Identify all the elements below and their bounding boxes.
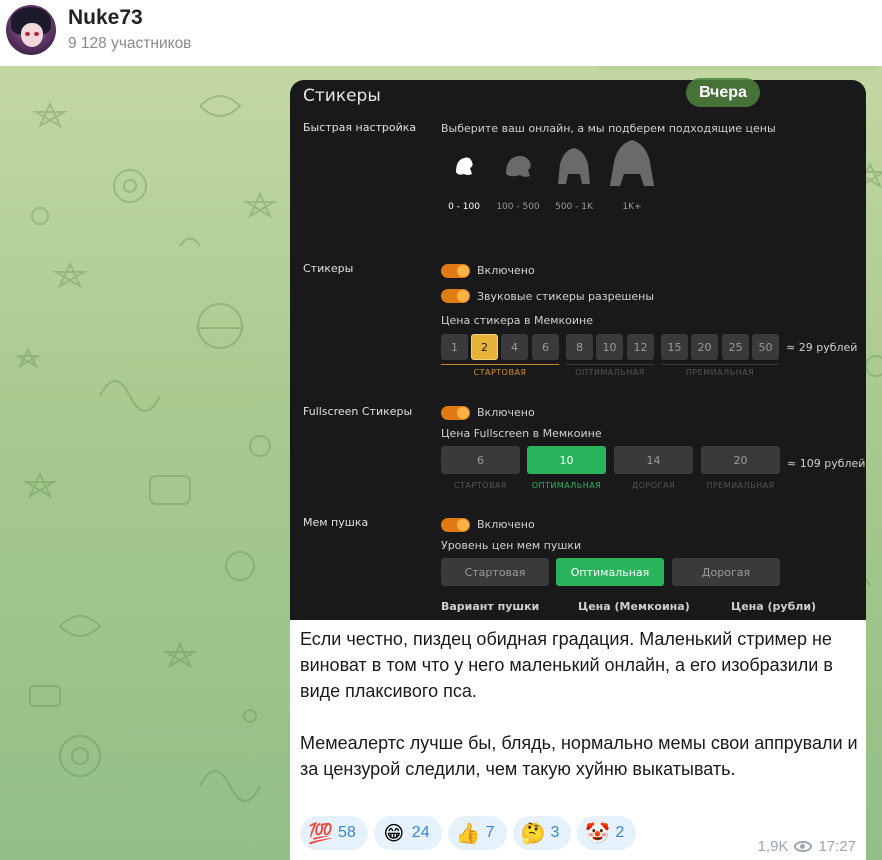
fullscreen-price-option[interactable]: 20 <box>701 446 780 474</box>
previous-message-edge <box>594 66 880 70</box>
strong-dog-icon <box>558 148 590 184</box>
small-dog-icon <box>456 157 473 175</box>
level-option[interactable]: Дорогая <box>672 558 780 586</box>
reaction-count: 3 <box>550 824 560 841</box>
group-underline <box>661 364 779 365</box>
grin-icon: 😁 <box>383 821 405 845</box>
message-paragraph: Мемеалертс лучше бы, блядь, нормально ме… <box>300 733 858 779</box>
group-label: ОПТИМАЛЬНАЯ <box>531 481 602 490</box>
quick-setup-label: Быстрая настройка <box>303 121 417 134</box>
reaction-thumbs-up[interactable]: 👍 7 <box>447 816 507 850</box>
group-label: СТАРТОВАЯ <box>454 481 507 490</box>
meme-cannon-label: Мем пушка <box>303 516 369 529</box>
fullscreen-label: Fullscreen Стикеры <box>303 405 413 418</box>
stickers-label: Стикеры <box>303 262 354 275</box>
level-option[interactable]: Стартовая <box>441 558 549 586</box>
reaction-hundred[interactable]: 💯 58 <box>300 816 368 850</box>
column-header: Цена (рубли) <box>731 600 817 613</box>
channel-avatar[interactable] <box>6 5 56 55</box>
tier-label: 0 - 100 <box>448 202 480 212</box>
group-underline <box>441 364 559 365</box>
stickers-toggle[interactable] <box>441 264 470 278</box>
fullscreen-price-option-selected[interactable]: 10 <box>527 446 606 474</box>
price-option[interactable]: 10 <box>596 334 623 360</box>
fullscreen-rub-equivalent: ≈ 109 рублей <box>787 457 866 470</box>
reaction-count: 24 <box>411 824 430 841</box>
medium-dog-icon <box>506 155 531 177</box>
message-text: Если честно, пиздец обидная градация. Ма… <box>300 626 860 782</box>
price-option[interactable]: 25 <box>722 334 749 360</box>
fullscreen-toggle[interactable] <box>441 406 470 420</box>
price-option[interactable]: 1 <box>441 334 468 360</box>
message-paragraph: Если честно, пиздец обидная градация. Ма… <box>300 629 833 701</box>
tier-1k-plus[interactable]: 1K+ <box>602 140 662 212</box>
channel-title[interactable]: Nuke73 <box>68 6 143 30</box>
tier-500-1k[interactable]: 500 - 1K <box>544 140 604 212</box>
chat-header: Nuke73 9 128 участников <box>0 0 882 66</box>
sound-stickers-toggle[interactable] <box>441 289 470 303</box>
meme-cannon-toggle[interactable] <box>441 518 470 532</box>
stickers-toggle-label: Включено <box>477 264 535 277</box>
eye-icon <box>794 841 813 852</box>
group-label: ДОРОГАЯ <box>631 481 676 490</box>
group-label: ОПТИМАЛЬНАЯ <box>575 368 645 377</box>
fullscreen-toggle-label: Включено <box>477 406 535 419</box>
muscle-dog-icon <box>610 140 654 186</box>
tier-label: 100 - 500 <box>496 202 540 212</box>
sticker-price-label: Цена стикера в Мемкоине <box>441 314 593 327</box>
fullscreen-price-label: Цена Fullscreen в Мемкоине <box>441 427 602 440</box>
tier-label: 500 - 1K <box>555 202 593 212</box>
price-option-selected[interactable]: 2 <box>471 334 498 360</box>
group-label: ПРЕМИАЛЬНАЯ <box>685 368 755 377</box>
meme-cannon-toggle-label: Включено <box>477 518 535 531</box>
member-count: 9 128 участников <box>68 35 192 52</box>
message-bubble[interactable]: Стикеры Быстрая настройка Выберите ваш о… <box>290 80 866 860</box>
attached-screenshot[interactable]: Стикеры Быстрая настройка Выберите ваш о… <box>290 80 866 620</box>
date-chip: Вчера <box>686 78 760 107</box>
column-header: Вариант пушки <box>441 600 540 613</box>
column-header: Цена (Мемкоина) <box>578 600 690 613</box>
hundred-icon: 💯 <box>308 821 333 845</box>
reaction-count: 58 <box>338 824 356 841</box>
view-count: 1,9K <box>757 838 789 855</box>
price-option[interactable]: 50 <box>752 334 779 360</box>
message-time: 17:27 <box>818 838 856 855</box>
reaction-clown[interactable]: 🤡 2 <box>577 816 637 850</box>
price-option[interactable]: 20 <box>691 334 718 360</box>
tier-100-500[interactable]: 100 - 500 <box>488 140 548 212</box>
group-label: СТАРТОВАЯ <box>473 368 527 377</box>
group-underline <box>566 364 654 365</box>
sticker-rub-equivalent: ≈ 29 рублей <box>786 341 858 354</box>
sound-stickers-label: Звуковые стикеры разрешены <box>477 290 655 303</box>
tier-0-100[interactable]: 0 - 100 <box>434 140 494 212</box>
tier-label: 1K+ <box>622 202 642 212</box>
message-meta: 1,9K 17:27 <box>758 838 856 855</box>
clown-icon: 🤡 <box>585 821 611 845</box>
price-option[interactable]: 12 <box>627 334 654 360</box>
price-option[interactable]: 8 <box>566 334 593 360</box>
level-option-selected[interactable]: Оптимальная <box>556 558 664 586</box>
thumbs-up-icon: 👍 <box>455 821 481 845</box>
fullscreen-price-option[interactable]: 6 <box>441 446 520 474</box>
price-option[interactable]: 4 <box>501 334 528 360</box>
price-option[interactable]: 6 <box>532 334 559 360</box>
reactions-bar: 💯 58 😁 24 👍 7 🤔 3 🤡 2 <box>300 816 637 850</box>
thinking-icon: 🤔 <box>520 821 546 845</box>
reaction-count: 7 <box>485 824 495 841</box>
fullscreen-price-option[interactable]: 14 <box>614 446 693 474</box>
screenshot-title: Стикеры <box>303 86 381 106</box>
group-label: ПРЕМИАЛЬНАЯ <box>706 481 775 490</box>
meme-level-label: Уровень цен мем пушки <box>441 539 582 552</box>
price-option[interactable]: 15 <box>661 334 688 360</box>
reaction-count: 2 <box>615 824 625 841</box>
reaction-grin[interactable]: 😁 24 <box>373 816 442 850</box>
reaction-thinking[interactable]: 🤔 3 <box>512 816 572 850</box>
